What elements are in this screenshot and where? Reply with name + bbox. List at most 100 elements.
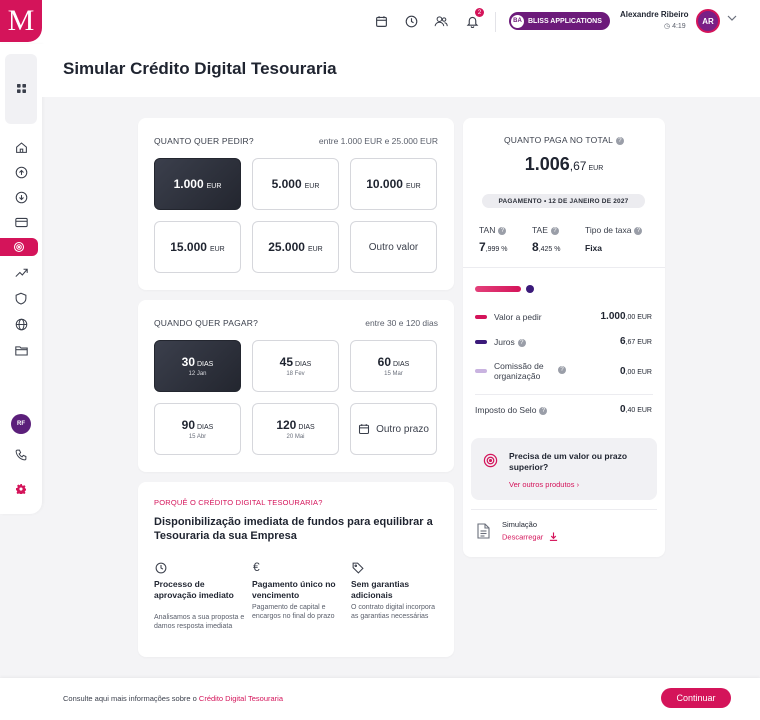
term-option-30[interactable]: 30 DIAS 12 Jan	[154, 340, 241, 392]
rate-type-value: Fixa	[585, 243, 603, 253]
term-option-other[interactable]: Outro prazo	[350, 403, 437, 455]
payment-date-pill: PAGAMENTO • 12 DE JANEIRO DE 2027	[482, 194, 645, 208]
amount-value: 5.000	[271, 177, 302, 191]
amount-unit: EUR	[209, 246, 225, 253]
settings-gear-icon[interactable]	[0, 480, 42, 498]
legend-value: 6,67 EUR	[620, 336, 652, 347]
total-amount: 1.006,67 EUR	[463, 154, 665, 175]
calendar-icon[interactable]	[373, 13, 389, 29]
term-date: 15 Abr	[188, 434, 207, 440]
help-icon[interactable]: ?	[517, 338, 526, 347]
page-title: Simular Crédito Digital Tesouraria	[63, 59, 337, 78]
cta-link-text: Ver outros produtos	[509, 480, 575, 489]
trend-up-icon[interactable]	[0, 263, 42, 281]
stamp-label-text: Imposto do Selo	[475, 405, 537, 415]
download-link[interactable]: Descarregar	[502, 532, 558, 543]
term-option-60[interactable]: 60 DIAS 15 Mar	[350, 340, 437, 392]
other-products-link[interactable]: Ver outros produtos ›	[509, 480, 579, 489]
sidebar: RF	[0, 44, 42, 514]
amount-unit: EUR	[206, 183, 222, 190]
continue-button[interactable]: Continuar	[661, 688, 731, 708]
chevron-right-icon: ›	[576, 480, 580, 489]
download-icon[interactable]	[0, 188, 42, 206]
help-icon[interactable]: ?	[616, 136, 625, 145]
term-option-45[interactable]: 45 DIAS 18 Fev	[252, 340, 339, 392]
term-card: QUANDO QUER PAGAR? entre 30 e 120 dias 3…	[138, 300, 454, 472]
stamp-dec: ,40 EUR	[625, 407, 652, 414]
cta-title: Precisa de um valor ou prazo superior?	[509, 451, 628, 472]
profile-avatar[interactable]: RF	[11, 414, 31, 434]
legend-label: Valor a pedir	[494, 312, 542, 322]
home-icon[interactable]	[0, 138, 42, 156]
globe-icon[interactable]	[0, 315, 42, 333]
target-icon[interactable]	[0, 238, 38, 256]
card-icon[interactable]	[0, 213, 42, 231]
users-icon[interactable]	[433, 13, 449, 29]
bliss-applications-button[interactable]: BA BLISS APPLICATIONS	[509, 12, 610, 30]
tan-int: 7	[479, 240, 486, 254]
tag-icon	[352, 561, 364, 574]
term-unit: DIAS	[197, 424, 214, 431]
breakdown-bar-interest	[526, 285, 534, 293]
amount-option-10000[interactable]: 10.000 EUR	[350, 158, 437, 210]
brand-logo[interactable]: M	[0, 0, 42, 42]
term-days: 120	[276, 418, 297, 432]
amount-option-5000[interactable]: 5.000 EUR	[252, 158, 339, 210]
help-icon[interactable]: ?	[550, 226, 559, 235]
total-int: 1.006	[524, 154, 570, 174]
footer-text: Consulte aqui mais informações sobre o	[63, 694, 197, 703]
help-icon[interactable]: ?	[634, 226, 643, 235]
legend-int: 1.000	[600, 311, 626, 322]
folder-icon[interactable]	[0, 341, 42, 359]
euro-icon: €	[253, 560, 260, 574]
amount-range: entre 1.000 EUR e 25.000 EUR	[318, 136, 438, 146]
term-option-90[interactable]: 90 DIAS 15 Abr	[154, 403, 241, 455]
clock-icon[interactable]	[403, 13, 419, 29]
amount-option-other[interactable]: Outro valor	[350, 221, 437, 273]
amount-unit: EUR	[307, 246, 323, 253]
total-unit: EUR	[588, 165, 604, 172]
footer-link[interactable]: Crédito Digital Tesouraria	[199, 694, 283, 703]
help-icon[interactable]: ?	[498, 226, 507, 235]
amount-option-1000[interactable]: 1.000 EUR	[154, 158, 241, 210]
amount-option-15000[interactable]: 15.000 EUR	[154, 221, 241, 273]
bell-icon[interactable]: 2	[464, 8, 484, 29]
upload-icon[interactable]	[0, 163, 42, 181]
session-timer: ◷ 4:19	[664, 22, 686, 30]
help-icon[interactable]: ?	[539, 406, 548, 415]
document-icon	[477, 523, 490, 544]
legend-dec: ,00 EUR	[625, 369, 652, 376]
tae-int: 8	[532, 240, 539, 254]
tae-dec: ,425 %	[538, 246, 561, 253]
apps-grid-button[interactable]	[5, 54, 37, 124]
term-option-120[interactable]: 120 DIAS 20 Mai	[252, 403, 339, 455]
tan-dec: ,999 %	[485, 246, 508, 253]
term-unit: DIAS	[298, 424, 315, 431]
download-link-text: Descarregar	[502, 532, 544, 542]
amount-card: QUANTO QUER PEDIR? entre 1.000 EUR e 25.…	[138, 118, 454, 290]
amount-option-25000[interactable]: 25.000 EUR	[252, 221, 339, 273]
legend-value: 0,00 EUR	[620, 366, 652, 377]
term-date: 18 Fev	[286, 371, 305, 377]
chevron-down-icon[interactable]	[727, 14, 737, 24]
legend-label: Juros?	[494, 337, 526, 347]
help-icon[interactable]: ?	[558, 366, 566, 374]
term-days: 60	[377, 355, 391, 369]
simulation-title: Simulação	[502, 520, 538, 529]
notification-badge: 2	[475, 8, 484, 17]
legend-value: 1.000,00 EUR	[601, 311, 653, 322]
summary-divider	[463, 267, 665, 268]
user-avatar[interactable]: AR	[696, 9, 720, 33]
shield-icon[interactable]	[0, 289, 42, 307]
logo-letter: M	[7, 4, 35, 37]
calendar-icon	[358, 423, 370, 435]
term-range: entre 30 e 120 dias	[365, 318, 438, 328]
term-days: 45	[279, 355, 293, 369]
term-date: 20 Mai	[286, 434, 305, 440]
feature-title: Sem garantias adicionais	[351, 579, 410, 600]
phone-icon[interactable]	[0, 446, 42, 464]
total-label-text: QUANTO PAGA NO TOTAL	[503, 135, 614, 145]
stamp-label: Imposto do Selo?	[475, 405, 548, 415]
total-label: QUANTO PAGA NO TOTAL?	[463, 135, 665, 145]
timer-icon: ◷	[664, 23, 671, 30]
